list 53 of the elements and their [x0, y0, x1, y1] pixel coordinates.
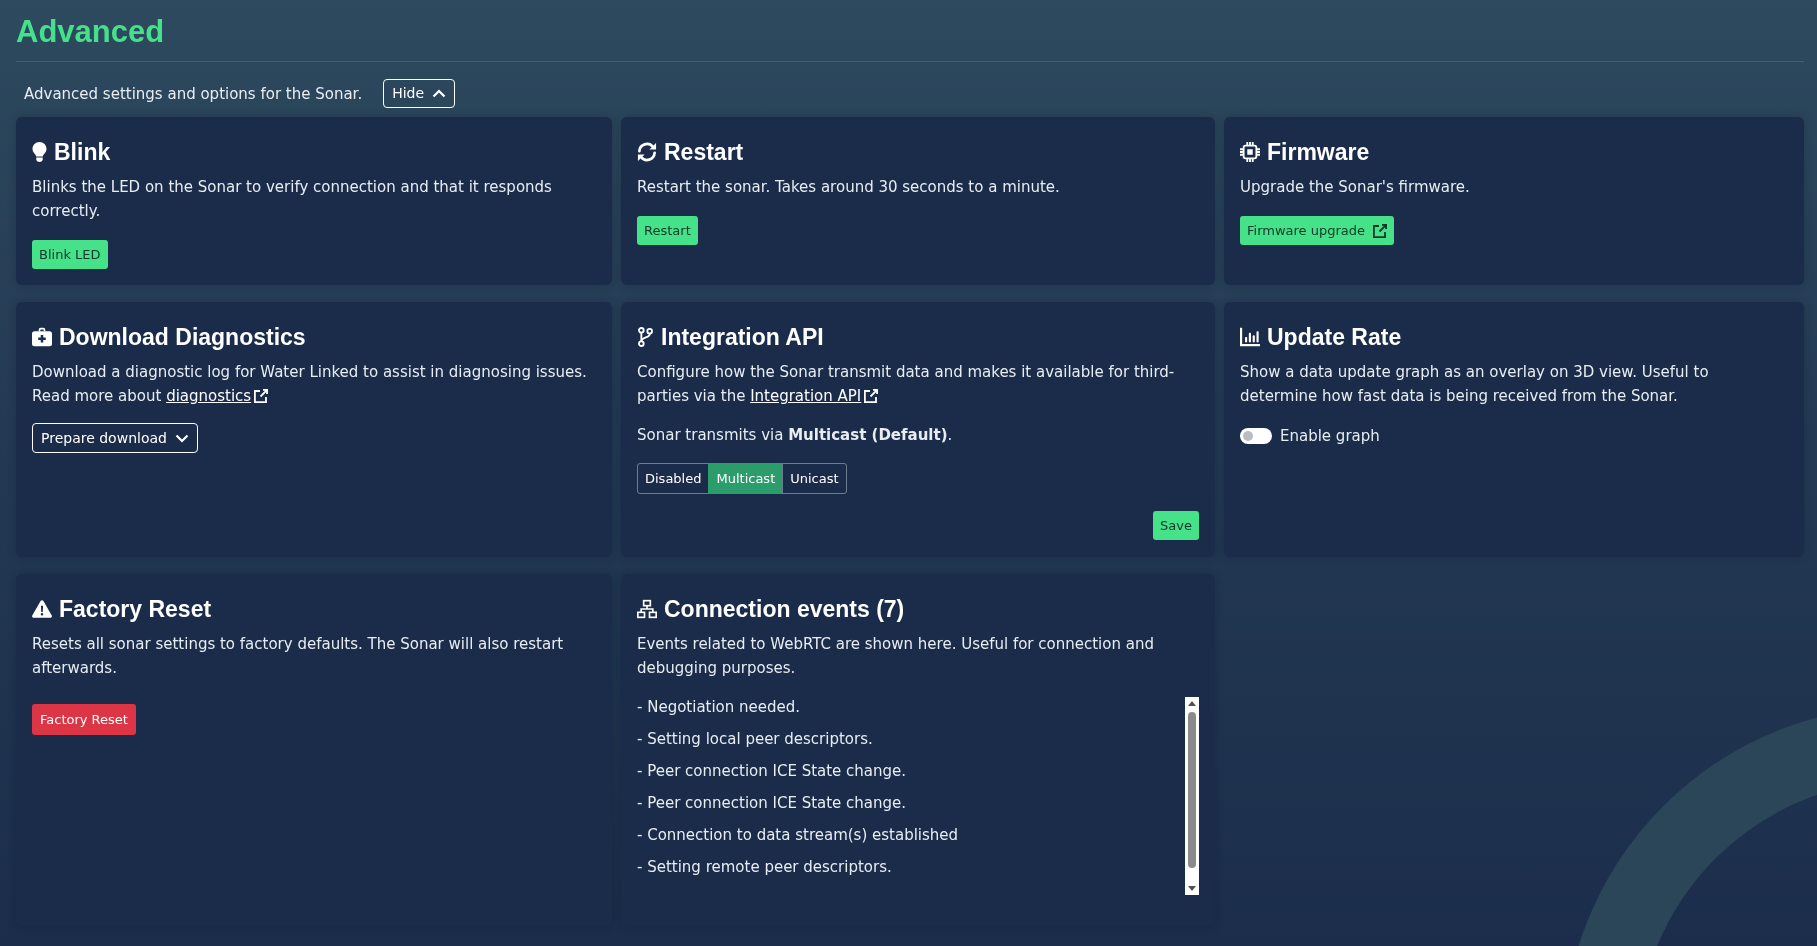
toggle-switch[interactable]	[1240, 428, 1272, 444]
integration-api-link[interactable]: Integration API	[750, 384, 879, 408]
external-link-icon	[1373, 223, 1387, 238]
scrollbar-thumb[interactable]	[1188, 712, 1196, 868]
event-entry: - Peer connection ICE State change.	[637, 793, 908, 813]
card-title: Download Diagnostics	[59, 323, 306, 352]
blink-led-button[interactable]: Blink LED	[32, 240, 108, 269]
card-description: Upgrade the Sonar's firmware.	[1240, 177, 1471, 198]
intro-text: Advanced settings and options for the Sonar.	[24, 83, 363, 105]
page-title: Advanced	[16, 13, 166, 51]
scroll-up-icon[interactable]	[1188, 701, 1196, 706]
column-chart-icon	[1240, 327, 1260, 347]
event-entry: - Peer connection ICE State change.	[637, 761, 908, 781]
card-description: Configure how the Sonar transmit data and makes it available for third-parties via the Integration API	[637, 360, 1199, 408]
prepare-download-dropdown[interactable]: Prepare download	[32, 423, 198, 453]
external-link-icon	[254, 389, 269, 403]
hide-button[interactable]: Hide	[383, 79, 456, 108]
card-title: Firmware	[1267, 138, 1370, 167]
scroll-down-icon[interactable]	[1188, 886, 1196, 891]
card-description: Download a diagnostic log for Water Linked to assist in diagnosing issues. Read more about diagnostics	[32, 360, 596, 408]
mode-tab[interactable]: Unicast	[782, 463, 847, 494]
medkit-icon	[32, 327, 52, 347]
toggle-label: Enable graph	[1280, 426, 1380, 447]
card-title: Connection events (7)	[664, 595, 905, 624]
card-description: Events related to WebRTC are shown here. Useful for connection and debugging purposes.	[637, 634, 1155, 679]
card-title: Integration API	[661, 323, 824, 352]
card-description: Blinks the LED on the Sonar to verify connection and that it responds correctly.	[32, 177, 553, 222]
card-description: Restart the sonar. Takes around 30 seconds to a minute.	[637, 177, 1061, 198]
event-entry: - Negotiation needed.	[637, 697, 802, 717]
card-description: Show a data update graph as an overlay on 3D view. Useful to determine how fast data is being received from the Sonar.	[1240, 362, 1710, 407]
card-title: Factory Reset	[59, 595, 212, 624]
firmware-upgrade-button[interactable]: Firmware upgrade	[1240, 216, 1394, 245]
event-entry: - Setting remote peer descriptors.	[637, 857, 893, 877]
event-entry: - Setting local peer descriptors.	[637, 729, 874, 749]
scrollbar[interactable]	[1185, 697, 1199, 895]
chip-icon	[1240, 142, 1260, 162]
network-icon	[637, 599, 657, 619]
external-link-icon	[864, 389, 879, 403]
card-title: Restart	[664, 138, 744, 167]
card-description: Resets all sonar settings to factory defaults. The Sonar will also restart afterwards.	[32, 634, 565, 679]
transmit-status: Sonar transmits via Multicast (Default).	[637, 425, 954, 446]
warning-icon	[32, 599, 52, 619]
diagnostics-link[interactable]: diagnostics	[166, 384, 269, 408]
branch-icon	[637, 327, 654, 347]
sync-icon	[637, 142, 657, 162]
save-button[interactable]: Save	[1153, 511, 1199, 540]
card-title: Blink	[54, 138, 111, 167]
lightbulb-icon	[32, 142, 47, 162]
restart-button[interactable]: Restart	[637, 216, 698, 245]
factory-reset-button[interactable]: Factory Reset	[32, 704, 136, 735]
event-entry: - Connection to data stream(s) established	[637, 825, 960, 845]
card-title: Update Rate	[1267, 323, 1402, 352]
chevron-down-icon	[174, 433, 189, 443]
